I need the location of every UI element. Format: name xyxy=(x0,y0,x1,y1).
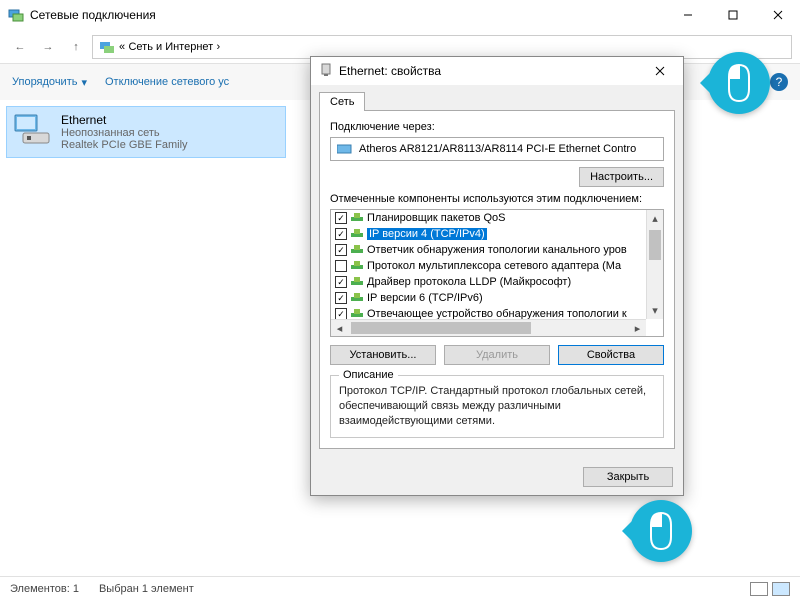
checkbox[interactable]: ✓ xyxy=(335,276,347,288)
component-label: IP версии 4 (TCP/IPv4) xyxy=(367,228,487,240)
view-large-button[interactable] xyxy=(772,582,790,596)
breadcrumb-icon xyxy=(99,39,115,55)
adapter-field: Atheros AR8121/AR8113/AR8114 PCI-E Ether… xyxy=(330,137,664,161)
protocol-icon xyxy=(351,277,363,287)
protocol-icon xyxy=(351,245,363,255)
maximize-button[interactable] xyxy=(710,0,755,30)
minimize-button[interactable] xyxy=(665,0,710,30)
component-label: Протокол мультиплексора сетевого адаптер… xyxy=(367,260,621,272)
component-row[interactable]: ✓ IP версии 6 (TCP/IPv6) xyxy=(331,290,646,306)
ethernet-adapter-icon xyxy=(13,113,53,147)
dialog-icon xyxy=(319,63,333,80)
status-selected: Выбран 1 элемент xyxy=(99,583,194,595)
connection-text: Ethernet Неопознанная сеть Realtek PCIe … xyxy=(61,113,188,151)
component-row[interactable]: ✓ Отвечающее устройство обнаружения топол… xyxy=(331,306,646,319)
checkbox[interactable]: ✓ xyxy=(335,292,347,304)
scroll-down-icon[interactable]: ▾ xyxy=(647,302,663,319)
window-controls xyxy=(665,0,800,30)
horizontal-scrollbar[interactable]: ◂ ▸ xyxy=(331,319,646,336)
components-label: Отмеченные компоненты используются этим … xyxy=(330,193,664,205)
connect-via-label: Подключение через: xyxy=(330,121,664,133)
status-count: Элементов: 1 xyxy=(10,583,79,595)
description-text: Протокол TCP/IP. Стандартный протокол гл… xyxy=(339,384,655,429)
protocol-icon xyxy=(351,229,363,239)
help-icon[interactable]: ? xyxy=(770,73,788,91)
breadcrumb-sep: › xyxy=(217,41,221,53)
protocol-icon xyxy=(351,213,363,223)
dialog-titlebar: Ethernet: свойства xyxy=(311,57,683,85)
component-row[interactable]: ✓ Ответчик обнаружения топологии канально… xyxy=(331,242,646,258)
dialog-footer: Закрыть xyxy=(311,459,683,495)
protocol-icon xyxy=(351,293,363,303)
adapter-mini-icon xyxy=(337,143,353,155)
component-row[interactable]: ✓ Драйвер протокола LLDP (Майкрософт) xyxy=(331,274,646,290)
checkbox[interactable]: ✓ xyxy=(335,308,347,319)
checkbox[interactable] xyxy=(335,260,347,272)
adapter-name: Atheros AR8121/AR8113/AR8114 PCI-E Ether… xyxy=(359,143,636,155)
organize-menu[interactable]: Упорядочить ▾ xyxy=(12,76,87,89)
statusbar: Элементов: 1 Выбран 1 элемент xyxy=(0,576,800,600)
component-label: IP версии 6 (TCP/IPv6) xyxy=(367,292,483,304)
checkbox[interactable]: ✓ xyxy=(335,212,347,224)
dialog-title: Ethernet: свойства xyxy=(339,64,645,78)
disable-label: Отключение сетевого ус xyxy=(105,76,229,88)
app-icon xyxy=(8,7,24,23)
breadcrumb-prefix: « xyxy=(119,41,125,53)
close-button[interactable] xyxy=(755,0,800,30)
breadcrumb-segment[interactable]: Сеть и Интернет xyxy=(128,41,213,53)
connection-item[interactable]: Ethernet Неопознанная сеть Realtek PCIe … xyxy=(6,106,286,158)
nav-up-button[interactable]: ↑ xyxy=(64,35,88,59)
component-label: Ответчик обнаружения топологии канальног… xyxy=(367,244,627,256)
scroll-thumb-h[interactable] xyxy=(351,322,531,334)
tab-page-network: Подключение через: Atheros AR8121/AR8113… xyxy=(319,110,675,449)
titlebar: Сетевые подключения xyxy=(0,0,800,30)
disable-device-button[interactable]: Отключение сетевого ус xyxy=(105,76,229,88)
mouse-hint-icon xyxy=(630,500,692,562)
component-label: Драйвер протокола LLDP (Майкрософт) xyxy=(367,276,571,288)
breadcrumb[interactable]: « Сеть и Интернет › xyxy=(92,35,792,59)
dialog-close-button[interactable] xyxy=(645,60,675,82)
nav-forward-button[interactable]: → xyxy=(36,35,60,59)
component-row[interactable]: ✓ IP версии 4 (TCP/IPv4) xyxy=(331,226,646,242)
component-label: Отвечающее устройство обнаружения тополо… xyxy=(367,308,627,319)
checkbox[interactable]: ✓ xyxy=(335,244,347,256)
component-row[interactable]: Протокол мультиплексора сетевого адаптер… xyxy=(331,258,646,274)
statusbar-view-switch xyxy=(750,582,790,596)
ethernet-properties-dialog: Ethernet: свойства Сеть Подключение чере… xyxy=(310,56,684,496)
protocol-icon xyxy=(351,309,363,319)
component-buttons: Установить... Удалить Свойства xyxy=(330,345,664,365)
protocol-icon xyxy=(351,261,363,271)
vertical-scrollbar[interactable]: ▴ ▾ xyxy=(646,210,663,319)
scroll-left-icon[interactable]: ◂ xyxy=(331,320,348,336)
components-list[interactable]: ✓ Планировщик пакетов QoS ✓ IP версии 4 (TC… xyxy=(330,209,664,337)
close-dialog-button[interactable]: Закрыть xyxy=(583,467,673,487)
dialog-body: Сеть Подключение через: Atheros AR8121/A… xyxy=(311,85,683,459)
connection-name: Ethernet xyxy=(61,113,188,127)
connection-status: Неопознанная сеть xyxy=(61,127,188,139)
organize-label: Упорядочить xyxy=(12,76,77,88)
nav-back-button[interactable]: ← xyxy=(8,35,32,59)
properties-button[interactable]: Свойства xyxy=(558,345,664,365)
scroll-right-icon[interactable]: ▸ xyxy=(629,320,646,336)
configure-button[interactable]: Настроить... xyxy=(579,167,664,187)
connection-adapter: Realtek PCIe GBE Family xyxy=(61,139,188,151)
description-group: Описание Протокол TCP/IP. Стандартный пр… xyxy=(330,375,664,438)
install-button[interactable]: Установить... xyxy=(330,345,436,365)
mouse-hint-icon xyxy=(708,52,770,114)
scroll-up-icon[interactable]: ▴ xyxy=(647,210,663,227)
chevron-down-icon: ▾ xyxy=(81,76,87,89)
remove-button: Удалить xyxy=(444,345,550,365)
checkbox[interactable]: ✓ xyxy=(335,228,347,240)
description-legend: Описание xyxy=(339,369,398,381)
component-row[interactable]: ✓ Планировщик пакетов QoS xyxy=(331,210,646,226)
tab-network[interactable]: Сеть xyxy=(319,92,365,111)
component-label: Планировщик пакетов QoS xyxy=(367,212,506,224)
tab-strip: Сеть xyxy=(319,91,675,110)
view-details-button[interactable] xyxy=(750,582,768,596)
scroll-thumb[interactable] xyxy=(649,230,661,260)
window-title: Сетевые подключения xyxy=(30,8,665,22)
